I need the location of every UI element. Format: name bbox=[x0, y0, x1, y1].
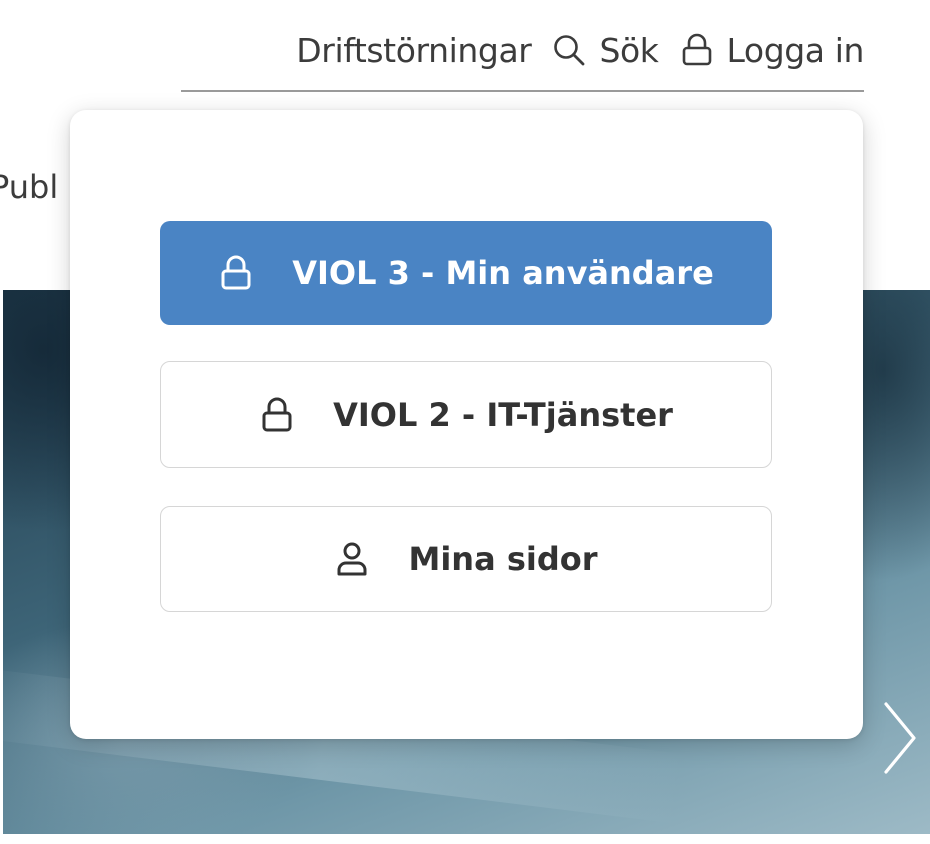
page: Driftstörningar Sök Logga in Publ bbox=[0, 0, 930, 844]
login-dropdown: VIOL 3 - Min användare VIOL 2 - IT-Tjäns… bbox=[70, 110, 863, 739]
my-pages-button[interactable]: Mina sidor bbox=[160, 506, 772, 612]
viol2-login-label: VIOL 2 - IT-Tjänster bbox=[333, 395, 673, 434]
search-label: Sök bbox=[599, 30, 659, 70]
hero-next-button[interactable] bbox=[878, 700, 922, 780]
search-link[interactable]: Sök bbox=[551, 30, 659, 70]
user-icon bbox=[334, 539, 370, 579]
viol2-login-button[interactable]: VIOL 2 - IT-Tjänster bbox=[160, 361, 772, 468]
lock-icon bbox=[679, 32, 715, 68]
my-pages-label: Mina sidor bbox=[408, 540, 598, 578]
lock-icon bbox=[259, 395, 295, 435]
viol3-login-label: VIOL 3 - Min användare bbox=[292, 254, 714, 292]
login-label: Logga in bbox=[726, 30, 865, 70]
disruptions-label: Driftstörningar bbox=[296, 30, 532, 70]
lock-icon bbox=[218, 253, 254, 293]
viol3-login-button[interactable]: VIOL 3 - Min användare bbox=[160, 221, 772, 325]
login-link[interactable]: Logga in bbox=[679, 30, 865, 70]
nav-divider bbox=[181, 90, 864, 92]
top-utility-nav: Driftstörningar Sök Logga in bbox=[296, 22, 864, 78]
chevron-right-icon bbox=[880, 700, 920, 780]
disruptions-link[interactable]: Driftstörningar bbox=[296, 30, 532, 70]
search-icon bbox=[551, 32, 587, 68]
background-heading-fragment: Publ bbox=[0, 168, 59, 206]
